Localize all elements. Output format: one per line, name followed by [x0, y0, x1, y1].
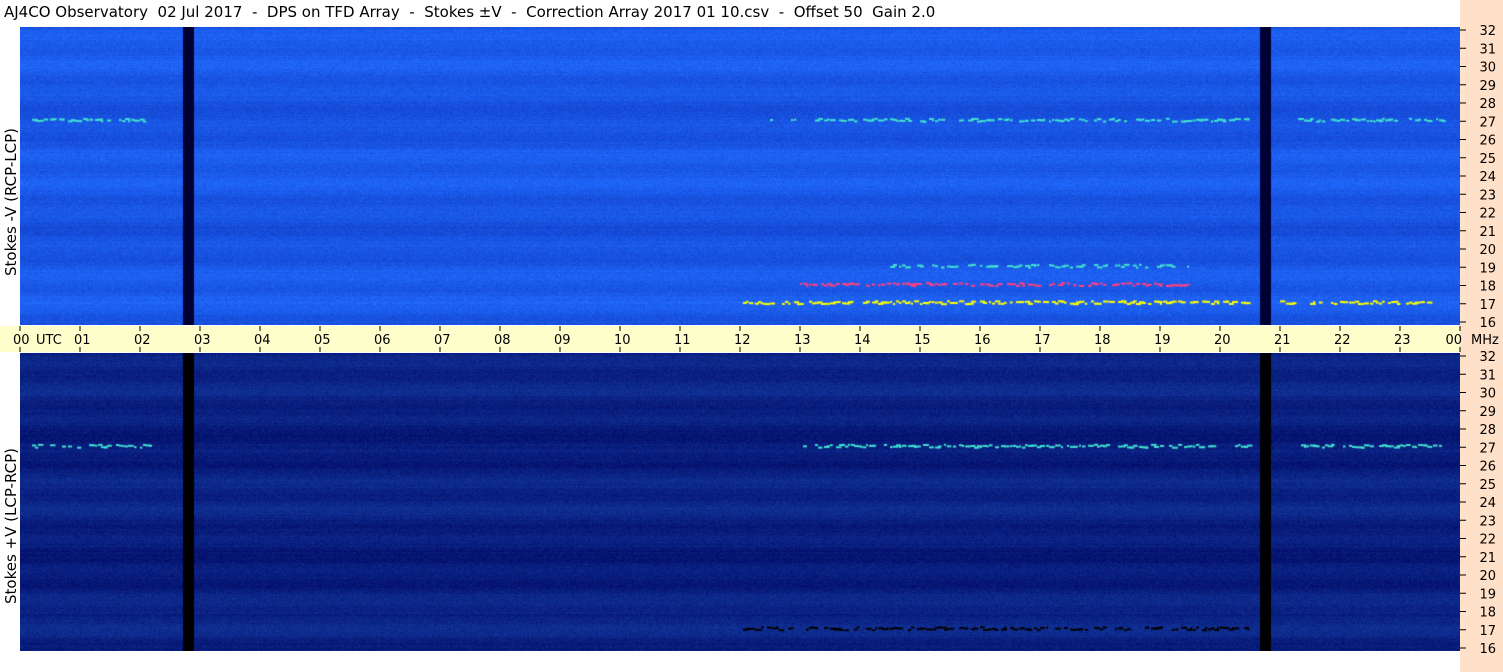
frequency-tick-label: 22 [1479, 533, 1496, 548]
frequency-tick-label: 16 [1479, 316, 1496, 331]
frequency-tick-label: 18 [1479, 280, 1496, 295]
frequency-tick-label: 16 [1479, 642, 1496, 657]
time-tick-label: 05 [314, 333, 331, 348]
time-tick-label: 21 [1274, 333, 1291, 348]
frequency-tick-label: 23 [1479, 514, 1496, 529]
time-tick-label: 18 [1094, 333, 1111, 348]
frequency-tick-label: 23 [1479, 188, 1496, 203]
time-tick-label: 00 [13, 333, 30, 348]
frequency-tick-label: 32 [1479, 350, 1496, 365]
frequency-tick-label: 31 [1479, 368, 1496, 383]
frequency-axis-unit: MHz [1471, 333, 1499, 348]
time-tick-label: 07 [434, 333, 451, 348]
time-tick-label: 11 [674, 333, 691, 348]
frequency-tick-label: 29 [1479, 405, 1496, 420]
frequency-tick-label: 30 [1479, 387, 1496, 402]
frequency-tick-label: 28 [1479, 97, 1496, 112]
frequency-tick-label: 21 [1479, 225, 1496, 240]
axes-overlay: 00 01 02 03 04 05 06 07 08 09 10 11 12 13 14 15 16 17 18 19… [13, 24, 1499, 657]
time-tick-label: 02 [134, 333, 151, 348]
frequency-tick-label: 28 [1479, 423, 1496, 438]
frequency-tick-label: 25 [1479, 478, 1496, 493]
time-tick-label: 01 [74, 333, 91, 348]
frequency-tick-label: 26 [1479, 134, 1496, 149]
frequency-tick-label: 18 [1479, 606, 1496, 621]
frequency-tick-label: 20 [1479, 243, 1496, 258]
time-tick-label: 22 [1334, 333, 1351, 348]
time-axis-unit: UTC [36, 333, 62, 348]
time-tick-label: 06 [374, 333, 391, 348]
time-tick-label: 23 [1394, 333, 1411, 348]
frequency-tick-label: 21 [1479, 551, 1496, 566]
frequency-tick-label: 24 [1479, 170, 1496, 185]
frequency-tick-label: 19 [1479, 587, 1496, 602]
frequency-tick-label: 20 [1479, 569, 1496, 584]
time-tick-label: 00 [1445, 333, 1462, 348]
time-tick-label: 19 [1154, 333, 1171, 348]
frequency-tick-label: 22 [1479, 207, 1496, 222]
frequency-tick-label: 30 [1479, 61, 1496, 76]
time-tick-label: 10 [614, 333, 631, 348]
frequency-tick-label: 17 [1479, 624, 1496, 639]
frequency-tick-label: 17 [1479, 298, 1496, 313]
frequency-tick-label: 19 [1479, 261, 1496, 276]
time-tick-label: 13 [794, 333, 811, 348]
frequency-tick-label: 29 [1479, 79, 1496, 94]
time-tick-label: 17 [1034, 333, 1051, 348]
frequency-tick-label: 32 [1479, 24, 1496, 39]
time-tick-label: 04 [254, 333, 271, 348]
time-tick-label: 03 [194, 333, 211, 348]
frequency-tick-label: 24 [1479, 496, 1496, 511]
time-tick-label: 09 [554, 333, 571, 348]
time-tick-label: 16 [974, 333, 991, 348]
frequency-tick-label: 26 [1479, 460, 1496, 475]
time-tick-label: 12 [734, 333, 751, 348]
time-tick-label: 14 [854, 333, 871, 348]
time-tick-label: 20 [1214, 333, 1231, 348]
frequency-tick-label: 27 [1479, 115, 1496, 130]
frequency-tick-label: 25 [1479, 152, 1496, 167]
time-tick-label: 15 [914, 333, 931, 348]
frequency-tick-label: 27 [1479, 441, 1496, 456]
frequency-tick-label: 31 [1479, 42, 1496, 57]
time-tick-label: 08 [494, 333, 511, 348]
